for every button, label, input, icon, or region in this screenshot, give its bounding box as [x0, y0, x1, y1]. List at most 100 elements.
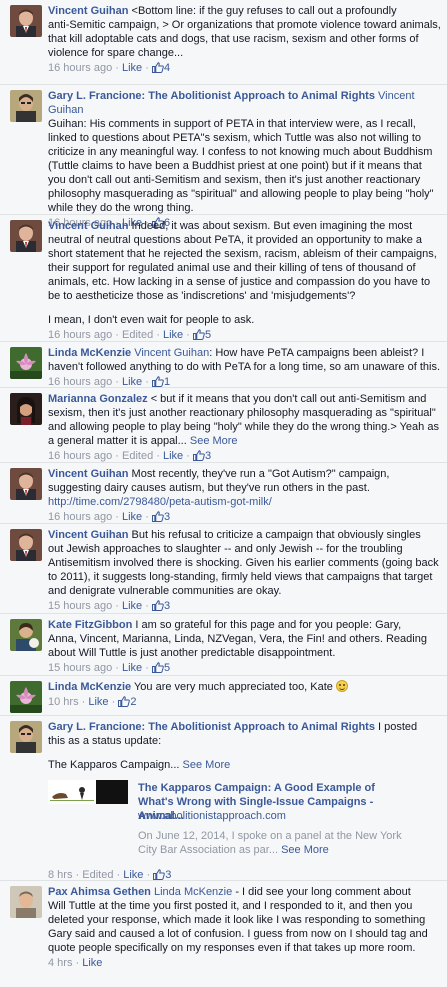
like-count[interactable]: 3 — [164, 600, 170, 612]
like-button[interactable]: Like — [123, 869, 143, 881]
comment-timestamp[interactable]: 16 hours ago — [48, 376, 112, 388]
avatar[interactable] — [10, 90, 42, 122]
like-count[interactable]: 5 — [164, 662, 170, 674]
mention-link[interactable]: Vincent Guihan — [134, 347, 209, 359]
like-button[interactable]: Like — [122, 600, 142, 612]
comment: Vincent Guihan Most recently, they've ru… — [0, 463, 447, 524]
like-count[interactable]: 4 — [164, 62, 170, 74]
like-count-icon[interactable] — [151, 600, 164, 615]
like-button[interactable]: Like — [122, 511, 142, 523]
comment-author[interactable]: Gary L. Francione: The Abolitionist Appr… — [48, 721, 375, 733]
comment-body: Gary L. Francione: The Abolitionist Appr… — [48, 720, 441, 856]
avatar[interactable] — [10, 529, 42, 561]
comment-body: Linda McKenzie Vincent Guihan: How have … — [48, 346, 441, 374]
comment-author[interactable]: Pax Ahimsa Gethen — [48, 886, 151, 898]
article-link[interactable]: http://time.com/2798480/peta-autism-got-… — [48, 496, 272, 508]
comment-text-line: deleted your response, which made it loo… — [48, 914, 426, 926]
comment-feed: Vincent Guihan <Bottom line: if the guy … — [0, 0, 447, 971]
comment-timestamp[interactable]: 15 hours ago — [48, 600, 112, 612]
like-count[interactable]: 5 — [205, 329, 211, 341]
comment-meta: 10 hrs · Like · 2 — [48, 695, 441, 711]
like-count-icon[interactable] — [151, 662, 164, 677]
like-count[interactable]: 3 — [165, 869, 171, 881]
comment-text-line: < but if it means that you don't call ou… — [150, 393, 427, 405]
comment: Vincent Guihan Indeed, it was about sexi… — [0, 215, 447, 342]
see-more-link[interactable]: See More — [281, 844, 329, 856]
shared-link-url[interactable]: www.abolitionistapproach.com — [138, 809, 286, 823]
comment-author[interactable]: Vincent Guihan — [48, 529, 128, 541]
avatar[interactable] — [10, 347, 42, 379]
comment-timestamp[interactable]: 15 hours ago — [48, 662, 112, 674]
comment-timestamp[interactable]: 4 hrs — [48, 957, 72, 969]
like-button[interactable]: Like — [163, 450, 183, 462]
comment: Marianna Gonzalez < but if it means that… — [0, 388, 447, 463]
comment-text-line: this as a status update: — [48, 735, 162, 747]
avatar[interactable] — [10, 681, 42, 713]
comment-author[interactable]: Vincent Guihan — [48, 468, 128, 480]
comment-paragraph-text: The Kapparos Campaign... — [48, 759, 180, 771]
comment-meta: 15 hours ago · Like · 5 — [48, 661, 441, 677]
comment-text-line: short statement that he rejected the sex… — [48, 248, 437, 260]
comment-timestamp[interactable]: 8 hrs — [48, 869, 72, 881]
like-count[interactable]: 3 — [164, 511, 170, 523]
like-count[interactable]: 2 — [130, 696, 136, 708]
avatar[interactable] — [10, 5, 42, 37]
comment-text-line: linked to questions about PETA"s sexism,… — [48, 132, 421, 144]
comment-text-line: Anna, Vincent, Marianna, Linda, NZVegan,… — [48, 633, 427, 645]
avatar[interactable] — [10, 220, 42, 252]
comment-body: Vincent Guihan Most recently, they've ru… — [48, 467, 441, 509]
like-button[interactable]: Like — [122, 662, 142, 674]
mention-link[interactable]: Linda McKenzie — [154, 886, 232, 898]
like-count-icon[interactable] — [151, 62, 164, 77]
like-button[interactable]: Like — [88, 696, 108, 708]
comment-text-line: their support for regulated animal use a… — [48, 262, 416, 274]
comment-paragraph: The Kapparos Campaign... See More — [48, 758, 441, 772]
avatar[interactable] — [10, 393, 42, 425]
edited-label[interactable]: Edited — [122, 450, 153, 462]
comment-author[interactable]: Linda McKenzie — [48, 347, 131, 359]
comment-timestamp[interactable]: 16 hours ago — [48, 62, 112, 74]
avatar[interactable] — [10, 468, 42, 500]
comment-timestamp[interactable]: 16 hours ago — [48, 511, 112, 523]
shared-link-preview[interactable]: The Kapparos Campaign: A Good Example of… — [48, 780, 441, 856]
comment-timestamp[interactable]: 16 hours ago — [48, 329, 112, 341]
edited-label[interactable]: Edited — [122, 329, 153, 341]
comment-author[interactable]: Vincent Guihan — [48, 5, 128, 17]
comment-text-line: quote people specifically on my response… — [48, 942, 416, 954]
comment-text-line: (Tuttle claims to have been a Buddhist p… — [48, 160, 422, 172]
comment-body: Marianna Gonzalez < but if it means that… — [48, 392, 441, 448]
like-button[interactable]: Like — [122, 62, 142, 74]
like-button[interactable]: Like — [163, 329, 183, 341]
like-count[interactable]: 1 — [164, 376, 170, 388]
edited-label[interactable]: Edited — [82, 869, 113, 881]
comment-timestamp[interactable]: 10 hrs — [48, 696, 79, 708]
comment-text-line: Guihan: His comments in support of PETA … — [48, 118, 416, 130]
see-more-link[interactable]: See More — [190, 435, 238, 447]
comment-text-line: I posted — [378, 721, 418, 733]
comment: Pax Ahimsa Gethen Linda McKenzie - I did… — [0, 881, 447, 971]
comment-author[interactable]: Gary L. Francione: The Abolitionist Appr… — [48, 90, 375, 102]
comment-meta: 15 hours ago · Like · 3 — [48, 599, 441, 615]
shared-link-description: On June 12, 2014, I spoke on a panel at … — [138, 829, 408, 857]
comment-timestamp[interactable]: 16 hours ago — [48, 450, 112, 462]
like-count-icon[interactable] — [118, 696, 131, 711]
comment-author[interactable]: Kate FitzGibbon — [48, 619, 132, 631]
comment-author[interactable]: Linda McKenzie — [48, 681, 131, 693]
avatar[interactable] — [10, 619, 42, 651]
comment-author[interactable]: Vincent Guihan — [48, 220, 128, 232]
comment-text-line: Gary said and caused a lot of confusion.… — [48, 928, 428, 940]
comment-text-line: haven't followed anything to do with PeT… — [48, 361, 441, 373]
like-count[interactable]: 3 — [205, 450, 211, 462]
avatar[interactable] — [10, 886, 42, 918]
comment-text-line: neutral of neutral questions about PeTA,… — [48, 234, 423, 246]
comment-author[interactable]: Marianna Gonzalez — [48, 393, 148, 405]
comment-text-line: Indeed, it was about sexism. But even im… — [131, 220, 413, 232]
avatar[interactable] — [10, 721, 42, 753]
comment-text-line: while they do the wrong thing. — [48, 202, 194, 214]
comment-text-line: out Jewish approaches to slaughter -- an… — [48, 543, 403, 555]
shared-link-thumbnail[interactable] — [48, 780, 128, 804]
like-button[interactable]: Like — [82, 957, 102, 969]
comment-text-line: sexism, then it's just another reactiona… — [48, 407, 436, 419]
like-button[interactable]: Like — [122, 376, 142, 388]
see-more-link[interactable]: See More — [183, 759, 231, 771]
